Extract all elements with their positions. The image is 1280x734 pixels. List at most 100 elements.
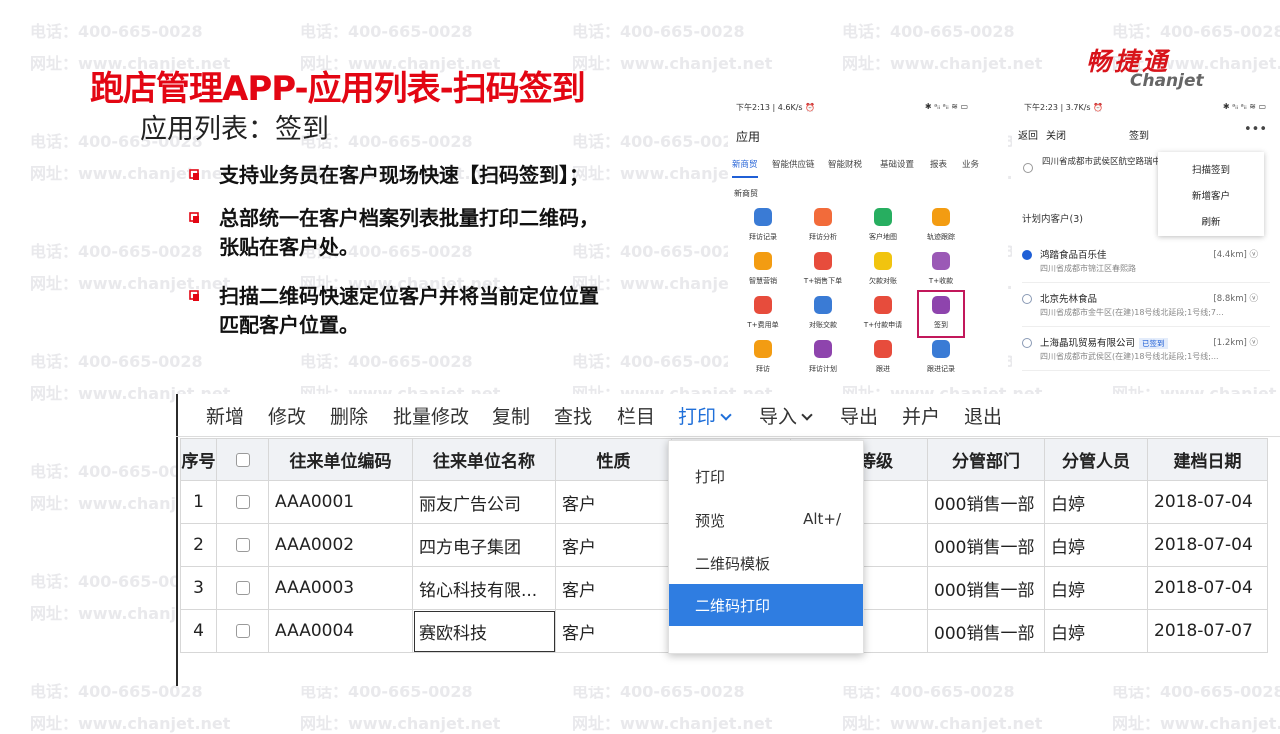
- tab-business[interactable]: 业务: [962, 158, 979, 170]
- customer-radio[interactable]: [1022, 338, 1032, 348]
- more-menu-button[interactable]: •••: [1244, 122, 1267, 137]
- cell-code[interactable]: AAA0002: [268, 523, 413, 567]
- cell-created-date[interactable]: 2018-07-04: [1147, 566, 1268, 610]
- customer-row[interactable]: 上海晶玑贸易有限公司 已签到 四川省成都市武侯区(在建)18号线北延段;1号线;..…: [1022, 330, 1270, 374]
- select-all-checkbox[interactable]: [235, 452, 250, 467]
- toolbar-columns-button[interactable]: 栏目: [617, 402, 655, 429]
- app-item[interactable]: 跟进: [860, 340, 906, 378]
- tab-supply-chain[interactable]: 智能供应链: [772, 158, 815, 170]
- customer-radio[interactable]: [1022, 250, 1032, 260]
- col-header-department[interactable]: 分管部门: [927, 438, 1045, 481]
- tab-finance-tax[interactable]: 智能财税: [828, 158, 862, 170]
- cell-select[interactable]: [216, 609, 269, 653]
- menu-item-qrcode-print[interactable]: 二维码打印: [669, 584, 863, 626]
- cell-name[interactable]: 赛欧科技: [412, 609, 556, 653]
- cell-created-date[interactable]: 2018-07-04: [1147, 523, 1268, 567]
- bullet-square-icon: [189, 169, 199, 180]
- menu-item-preview[interactable]: 预览 Alt+/: [669, 499, 863, 539]
- cell-created-date[interactable]: 2018-07-07: [1147, 609, 1268, 653]
- toolbar-add-button[interactable]: 新增: [206, 402, 244, 429]
- cell-code[interactable]: AAA0003: [268, 566, 413, 610]
- menu-item-print[interactable]: 打印: [669, 455, 863, 495]
- cell-type[interactable]: 客户: [555, 523, 672, 567]
- cell-select[interactable]: [216, 523, 269, 567]
- app-item[interactable]: T+销售下单: [800, 252, 846, 290]
- app-icon: [814, 296, 832, 314]
- tab-reports[interactable]: 报表: [930, 158, 947, 170]
- tab-basic-settings[interactable]: 基础设置: [880, 158, 914, 170]
- app-item[interactable]: 欠款对账: [860, 252, 906, 290]
- import-label: 导入: [759, 406, 798, 428]
- app-item[interactable]: 跟进记录: [918, 340, 964, 378]
- cell-index[interactable]: 2: [180, 523, 217, 567]
- col-header-staff[interactable]: 分管人员: [1044, 438, 1148, 481]
- cell-index[interactable]: 4: [180, 609, 217, 653]
- col-header-created-date[interactable]: 建档日期: [1147, 438, 1268, 481]
- toolbar-merge-button[interactable]: 并户: [902, 402, 940, 429]
- customer-row[interactable]: 北京先林食品 四川省成都市金牛区(在建)18号线北延段;1号线;7... [8.8k…: [1022, 286, 1270, 330]
- cell-created-date[interactable]: 2018-07-04: [1147, 480, 1268, 524]
- toolbar-exit-button[interactable]: 退出: [964, 402, 1002, 429]
- cell-department[interactable]: 000销售一部: [927, 523, 1045, 567]
- close-button[interactable]: 关闭: [1046, 127, 1066, 142]
- cell-department[interactable]: 000销售一部: [927, 480, 1045, 524]
- toolbar-copy-button[interactable]: 复制: [492, 402, 530, 429]
- menu-item-scan-checkin[interactable]: 扫描签到: [1158, 162, 1264, 176]
- toolbar-edit-button[interactable]: 修改: [268, 402, 306, 429]
- cell-select[interactable]: [216, 566, 269, 610]
- cell-select[interactable]: [216, 480, 269, 524]
- customer-row[interactable]: 鸿踏食品百乐佳 四川省成都市锦江区春熙路 [4.4km] ⓥ: [1022, 242, 1270, 286]
- row-checkbox[interactable]: [235, 495, 250, 509]
- col-header-index[interactable]: 序号: [180, 438, 217, 481]
- cell-staff[interactable]: 白婷: [1044, 609, 1148, 653]
- tab-new-trade[interactable]: 新商贸: [732, 158, 758, 170]
- col-header-name[interactable]: 往来单位名称: [412, 438, 556, 481]
- cell-staff[interactable]: 白婷: [1044, 523, 1148, 567]
- col-header-select[interactable]: [216, 438, 269, 481]
- cell-staff[interactable]: 白婷: [1044, 566, 1148, 610]
- app-item[interactable]: 拜访: [740, 340, 786, 378]
- cell-department[interactable]: 000销售一部: [927, 609, 1045, 653]
- row-checkbox[interactable]: [235, 538, 250, 552]
- cell-staff[interactable]: 白婷: [1044, 480, 1148, 524]
- app-item[interactable]: 拜访记录: [740, 208, 786, 246]
- cell-type[interactable]: 客户: [555, 609, 672, 653]
- menu-item-refresh[interactable]: 刷新: [1158, 214, 1264, 228]
- toolbar-delete-button[interactable]: 删除: [330, 402, 368, 429]
- app-item[interactable]: T+付款申请: [860, 296, 906, 334]
- app-item[interactable]: T+费用单: [740, 296, 786, 334]
- toolbar-print-dropdown[interactable]: 打印: [678, 402, 732, 429]
- app-item[interactable]: 签到: [917, 290, 965, 338]
- app-item[interactable]: 拜访计划: [800, 340, 846, 378]
- cell-index[interactable]: 3: [180, 566, 217, 610]
- cell-type[interactable]: 客户: [555, 566, 672, 610]
- cell-code[interactable]: AAA0001: [268, 480, 413, 524]
- toolbar-export-button[interactable]: 导出: [840, 402, 878, 429]
- row-checkbox[interactable]: [235, 581, 250, 595]
- app-item[interactable]: 拜访分析: [800, 208, 846, 246]
- toolbar-import-dropdown[interactable]: 导入: [759, 402, 813, 429]
- app-item[interactable]: 智慧营销: [740, 252, 786, 290]
- col-header-code[interactable]: 往来单位编码: [268, 438, 413, 481]
- back-button[interactable]: 返回: [1018, 127, 1038, 142]
- app-item[interactable]: 客户地图: [860, 208, 906, 246]
- row-checkbox[interactable]: [235, 624, 250, 638]
- col-header-type[interactable]: 性质: [555, 438, 672, 481]
- cell-department[interactable]: 000销售一部: [927, 566, 1045, 610]
- app-item[interactable]: 对账交款: [800, 296, 846, 334]
- cell-name[interactable]: 丽友广告公司: [412, 480, 556, 524]
- watermark-phone: 电话：400-665-0028: [300, 22, 473, 41]
- app-item[interactable]: T+收款: [918, 252, 964, 290]
- cell-name[interactable]: 铭心科技有限...: [412, 566, 556, 610]
- customer-radio[interactable]: [1022, 294, 1032, 304]
- menu-item-new-customer[interactable]: 新增客户: [1158, 188, 1264, 202]
- cell-type[interactable]: 客户: [555, 480, 672, 524]
- app-label: T+销售下单: [803, 277, 843, 285]
- app-item[interactable]: 轨迹跟踪: [918, 208, 964, 246]
- toolbar-batch-edit-button[interactable]: 批量修改: [393, 402, 469, 429]
- cell-index[interactable]: 1: [180, 480, 217, 524]
- cell-name[interactable]: 四方电子集团: [412, 523, 556, 567]
- menu-item-qrcode-template[interactable]: 二维码模板: [669, 542, 863, 582]
- toolbar-find-button[interactable]: 查找: [554, 402, 592, 429]
- cell-code[interactable]: AAA0004: [268, 609, 413, 653]
